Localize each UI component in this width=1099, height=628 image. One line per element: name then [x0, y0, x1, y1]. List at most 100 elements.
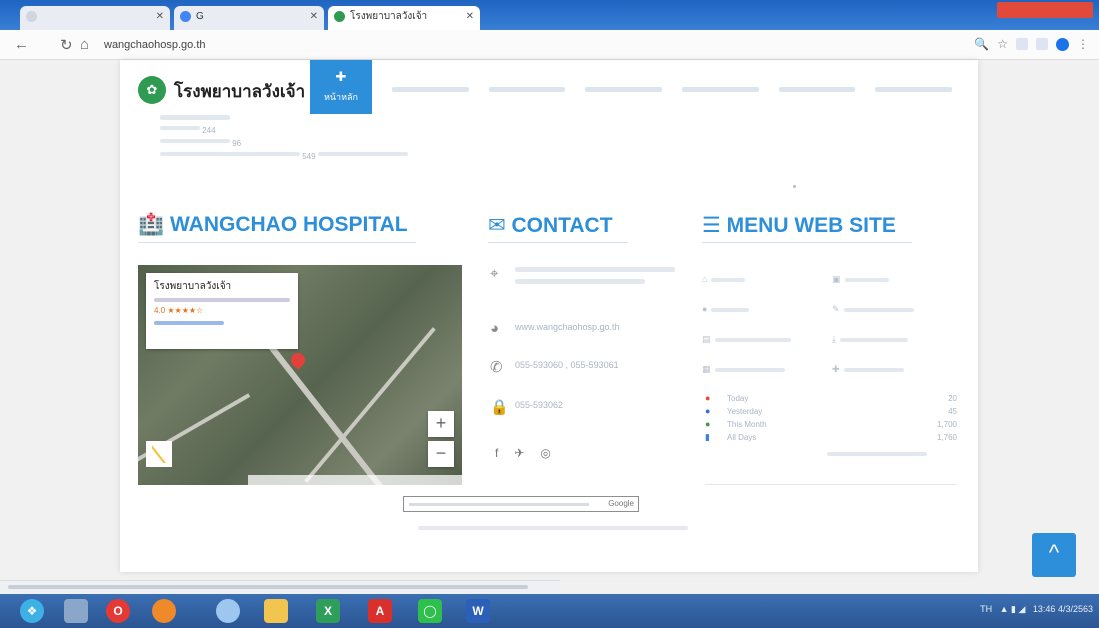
counter-row: ▮ All Days 1,760 [705, 432, 957, 442]
google-info-link[interactable]: Google [403, 496, 639, 512]
counter-row: ● Yesterday 45 [705, 406, 957, 416]
map-place-rating: 4.0 ★★★★☆ [154, 306, 204, 315]
map-place-name: โรงพยาบาลวังเจ้า [154, 281, 232, 292]
line-icon[interactable]: ◯ [418, 599, 442, 623]
browser-tab-2[interactable]: G ✕ [174, 6, 324, 30]
chrome-icon[interactable] [216, 599, 240, 623]
copyright-text [418, 526, 688, 530]
map-attribution [248, 475, 462, 485]
section-title-about: 🏥 WANGCHAO HOSPITAL [138, 213, 408, 236]
excel-icon[interactable]: X [316, 599, 340, 623]
contact-website-text[interactable]: www.wangchaohosp.go.th [515, 322, 620, 332]
hospital-logo-icon[interactable]: ✿ [138, 76, 166, 104]
stats-line [160, 115, 230, 120]
nav-home-button[interactable]: ✚ หน้าหลัก [310, 60, 372, 114]
email-icon[interactable]: ◎ [540, 446, 550, 460]
extension-icon[interactable] [1036, 38, 1048, 50]
person-icon: ● [705, 419, 711, 429]
contact-address-text [515, 267, 675, 291]
image-icon: ▣ [832, 274, 841, 284]
google-icon [180, 11, 191, 22]
menu-link[interactable]: ✚ [832, 364, 904, 375]
street-view-pegman-icon[interactable] [146, 441, 172, 467]
file-icon: ▤ [702, 334, 711, 344]
tab-title: G [196, 11, 204, 22]
google-note-text [409, 503, 589, 506]
page-icon [26, 11, 37, 22]
menu-link[interactable]: ⌂ [702, 274, 746, 284]
info-icon: ● [702, 304, 708, 314]
menu-dots-icon[interactable]: ⋮ [1077, 37, 1089, 51]
close-icon[interactable]: ✕ [466, 6, 474, 28]
chevron-up-icon: ^ [1048, 540, 1060, 565]
menu-link[interactable]: ⤓ [832, 334, 908, 345]
stats-line: 244 [160, 126, 408, 136]
list-icon: ☰ [702, 214, 721, 237]
nav-item[interactable] [682, 87, 759, 92]
menu-link[interactable]: ▦ [702, 364, 785, 375]
start-button-icon[interactable]: ❖ [20, 599, 44, 623]
visitor-stats-text: 244 96 549 [160, 115, 408, 165]
tray-date: 4/3/2563 [1057, 604, 1093, 614]
url-field[interactable]: wangchaohosp.go.th [104, 39, 206, 51]
menu-link[interactable]: ● [702, 304, 750, 314]
windows-taskbar: ❖ O X A ◯ W TH ▲ ▮ ◢ 13:46 4/3/2563 [0, 594, 1099, 628]
map-marker-icon: ⌖ [490, 265, 499, 282]
nav-item[interactable] [392, 87, 469, 92]
contact-fax-text: 055-593062 [515, 400, 564, 410]
user-icon: ✚ [832, 364, 840, 374]
menu-link[interactable]: ✎ [832, 304, 914, 315]
extension-icon[interactable] [1016, 38, 1028, 50]
firefox-icon[interactable] [152, 599, 176, 623]
menu-link[interactable]: ▣ [832, 274, 889, 285]
star-icon[interactable]: ☆ [997, 37, 1008, 51]
explorer-icon[interactable] [64, 599, 88, 623]
stats-line: 549 [160, 152, 408, 162]
tray-time: 13:46 [1032, 604, 1056, 614]
pdf-icon[interactable]: A [368, 599, 392, 623]
google-map[interactable]: โรงพยาบาลวังเจ้า 4.0 ★★★★☆ + − [138, 265, 462, 485]
menu-link[interactable]: ▤ [702, 334, 791, 345]
home-icon: ⌂ [702, 274, 708, 284]
nav-item[interactable] [488, 87, 566, 92]
window-controls[interactable] [997, 2, 1093, 18]
toolbar-icons: 🔍 ☆ ⋮ [974, 37, 1089, 51]
map-larger-link[interactable] [154, 321, 224, 325]
search-icon[interactable]: 🔍 [974, 37, 989, 51]
facebook-icon[interactable]: f [495, 446, 498, 460]
stats-line: 96 [160, 139, 408, 149]
word-icon[interactable]: W [466, 599, 490, 623]
social-links: f ✈ ◎ [495, 446, 551, 460]
profile-icon[interactable] [1056, 37, 1069, 51]
language-indicator[interactable]: TH [980, 604, 992, 614]
home-icon[interactable]: ⌂ [80, 36, 89, 53]
envelope-icon: ✉ [488, 214, 506, 237]
download-icon: ⤓ [832, 334, 836, 344]
opera-icon[interactable]: O [106, 599, 130, 623]
close-icon[interactable]: ✕ [156, 6, 164, 28]
browser-tab-1[interactable]: ✕ [20, 6, 170, 30]
reload-icon[interactable]: ↻ [60, 36, 73, 54]
map-zoom-out-button[interactable]: − [428, 441, 454, 467]
scroll-to-top-button[interactable]: ^ [1032, 533, 1076, 577]
map-place-card[interactable]: โรงพยาบาลวังเจ้า 4.0 ★★★★☆ [146, 273, 298, 349]
nav-item[interactable] [875, 87, 953, 92]
map-zoom-in-button[interactable]: + [428, 411, 454, 437]
back-arrow-icon[interactable]: ← [14, 36, 29, 53]
nav-home-label: หน้าหลัก [323, 92, 359, 102]
folder-icon[interactable] [264, 599, 288, 623]
web-page: ✿ โรงพยาบาลวังเจ้า ✚ หน้าหลัก 244 96 549… [120, 60, 978, 572]
building-icon: 🏥 [138, 213, 165, 236]
counter-row: ● Today 20 [705, 393, 957, 403]
nav-item[interactable] [585, 87, 663, 92]
section-underline [488, 242, 628, 243]
nav-item[interactable] [778, 87, 856, 92]
browser-tab-active[interactable]: โรงพยาบาลวังเจ้า ✕ [328, 6, 480, 30]
twitter-icon[interactable]: ✈ [514, 446, 524, 460]
contact-phone-text: 055-593060 , 055-593061 [515, 360, 619, 370]
system-tray[interactable]: TH ▲ ▮ ◢ 13:46 4/3/2563 [980, 604, 1093, 615]
calendar-icon: ▦ [702, 364, 711, 374]
site-title[interactable]: โรงพยาบาลวังเจ้า [174, 78, 305, 105]
online-now [705, 449, 957, 461]
close-icon[interactable]: ✕ [310, 6, 318, 28]
